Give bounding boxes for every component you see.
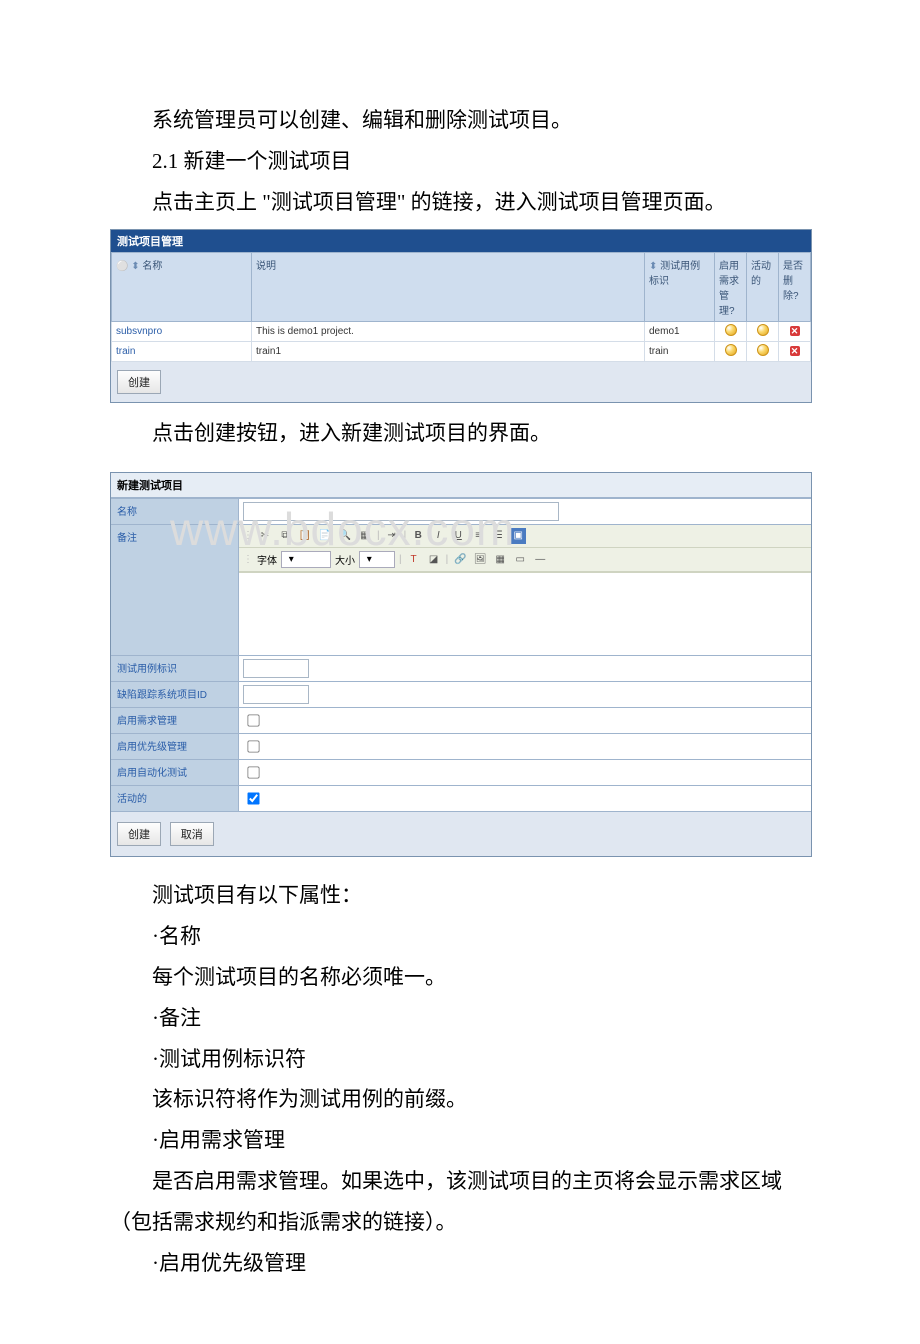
proj-desc: train1: [252, 341, 645, 361]
label-bugsys: 缺陷跟踪系统项目ID: [111, 682, 238, 707]
label-remark: 备注: [111, 525, 238, 655]
bulb-on-icon[interactable]: [725, 324, 737, 336]
para-tcid-prefix: 该标识符将作为测试用例的前缀。: [110, 1079, 810, 1120]
bulb-on-icon[interactable]: [757, 344, 769, 356]
proj-name-link[interactable]: train: [112, 341, 252, 361]
label-active: 活动的: [111, 786, 238, 811]
para-section21: 2.1 新建一个测试项目: [110, 141, 810, 182]
label-name: 名称: [111, 499, 238, 524]
section-number: 2.1: [152, 149, 184, 173]
col-desc[interactable]: 说明: [252, 252, 645, 321]
para-req-explain: 是否启用需求管理。如果选中，该测试项目的主页将会显示需求区域（包括需求规约和指派…: [110, 1161, 810, 1243]
remark-textarea[interactable]: [239, 572, 811, 655]
para-name-unique: 每个测试项目的名称必须唯一。: [110, 957, 810, 998]
proj-tcid: demo1: [645, 321, 715, 341]
size-label: 大小: [335, 552, 355, 567]
textcolor-icon[interactable]: T: [406, 551, 422, 567]
bulb-on-icon[interactable]: [757, 324, 769, 336]
bullet-req: ·启用需求管理: [110, 1120, 810, 1161]
para-click-create: 点击创建按钮，进入新建测试项目的界面。: [110, 413, 810, 454]
image-icon[interactable]: 🖼: [472, 551, 488, 567]
find-icon[interactable]: 🔍: [337, 528, 353, 544]
project-table: ⚪ ⬍ 名称 说明 ⬍ 测试用例标识 启用需求管理? 活动的 是否删除? sub…: [111, 252, 811, 362]
table-icon[interactable]: ▦: [492, 551, 508, 567]
font-select[interactable]: ▾: [281, 551, 331, 568]
label-auto: 启用自动化测试: [111, 760, 238, 785]
table-row: train train1 train ✕: [112, 341, 811, 361]
expand-icon[interactable]: ▣: [510, 528, 526, 544]
cancel-button[interactable]: 取消: [170, 822, 214, 846]
delete-icon[interactable]: ✕: [790, 326, 800, 336]
col-name[interactable]: ⚪ ⬍ 名称: [112, 252, 252, 321]
name-input[interactable]: [243, 502, 559, 521]
underline-icon[interactable]: U: [450, 528, 466, 544]
bulb-on-icon[interactable]: [725, 344, 737, 356]
bgcolor-icon[interactable]: ◪: [426, 551, 442, 567]
bold-icon[interactable]: B: [410, 528, 426, 544]
copy-icon[interactable]: ⧉: [277, 528, 293, 544]
auto-checkbox[interactable]: [247, 766, 259, 778]
para-attrs: 测试项目有以下属性：: [110, 875, 810, 916]
font-label: 字体: [257, 552, 277, 567]
bugsys-input[interactable]: [243, 685, 309, 704]
screenshot-new-project: 新建测试项目 名称 备注 ⋮ ✂ ⧉ 📋 📄 🔍: [110, 472, 812, 857]
req-checkbox[interactable]: [247, 714, 259, 726]
col-req[interactable]: 启用需求管理?: [715, 252, 747, 321]
bullet-priority: ·启用优先级管理: [110, 1243, 810, 1284]
rte-toolbar: ⋮ ✂ ⧉ 📋 📄 🔍 ▦ | ⇥ | B I U: [239, 525, 811, 548]
bullet-name: ·名称: [110, 916, 810, 957]
label-req: 启用需求管理: [111, 708, 238, 733]
para-admin: 系统管理员可以创建、编辑和删除测试项目。: [110, 100, 810, 141]
col-tcid[interactable]: ⬍ 测试用例标识: [645, 252, 715, 321]
link-icon[interactable]: 🔗: [452, 551, 468, 567]
col-delete[interactable]: 是否删除?: [779, 252, 811, 321]
proj-tcid: train: [645, 341, 715, 361]
para-enter-manage: 点击主页上 "测试项目管理" 的链接，进入测试项目管理页面。: [110, 182, 810, 223]
select-icon[interactable]: ▦: [357, 528, 373, 544]
proj-desc: This is demo1 project.: [252, 321, 645, 341]
panel-title: 测试项目管理: [111, 230, 811, 252]
hr-icon[interactable]: ▭: [512, 551, 528, 567]
active-checkbox[interactable]: [247, 792, 259, 804]
tcid-input[interactable]: [243, 659, 309, 678]
label-tcid: 测试用例标识: [111, 656, 238, 681]
more-icon[interactable]: —: [532, 551, 548, 567]
label-priority: 启用优先级管理: [111, 734, 238, 759]
sort-icon: ⚪: [116, 261, 128, 272]
paste-icon[interactable]: 📄: [317, 528, 333, 544]
rte-toolbar-2: ⋮ 字体 ▾ 大小 ▾ | T ◪ | 🔗 🖼 ▦ ▭: [239, 548, 811, 572]
priority-checkbox[interactable]: [247, 740, 259, 752]
paste-icon[interactable]: 📋: [297, 528, 313, 544]
italic-icon[interactable]: I: [430, 528, 446, 544]
indent-icon[interactable]: ⇥: [384, 528, 400, 544]
proj-name-link[interactable]: subsvnpro: [112, 321, 252, 341]
screenshot-project-list: 测试项目管理 ⚪ ⬍ 名称 说明 ⬍ 测试用例标识 启用需求管理? 活动的 是否…: [110, 229, 812, 403]
bullet-tcid: ·测试用例标识符: [110, 1039, 810, 1080]
size-select[interactable]: ▾: [359, 551, 395, 568]
panel-title: 新建测试项目: [111, 473, 811, 498]
section-title: 新建一个测试项目: [184, 149, 352, 173]
cut-icon[interactable]: ✂: [257, 528, 273, 544]
ulist-icon[interactable]: ☰: [490, 528, 506, 544]
create-button[interactable]: 创建: [117, 822, 161, 846]
olist-icon[interactable]: ≡: [470, 528, 486, 544]
create-button[interactable]: 创建: [117, 370, 161, 394]
table-row: subsvnpro This is demo1 project. demo1 ✕: [112, 321, 811, 341]
col-active[interactable]: 活动的: [747, 252, 779, 321]
bullet-remark: ·备注: [110, 998, 810, 1039]
delete-icon[interactable]: ✕: [790, 346, 800, 356]
